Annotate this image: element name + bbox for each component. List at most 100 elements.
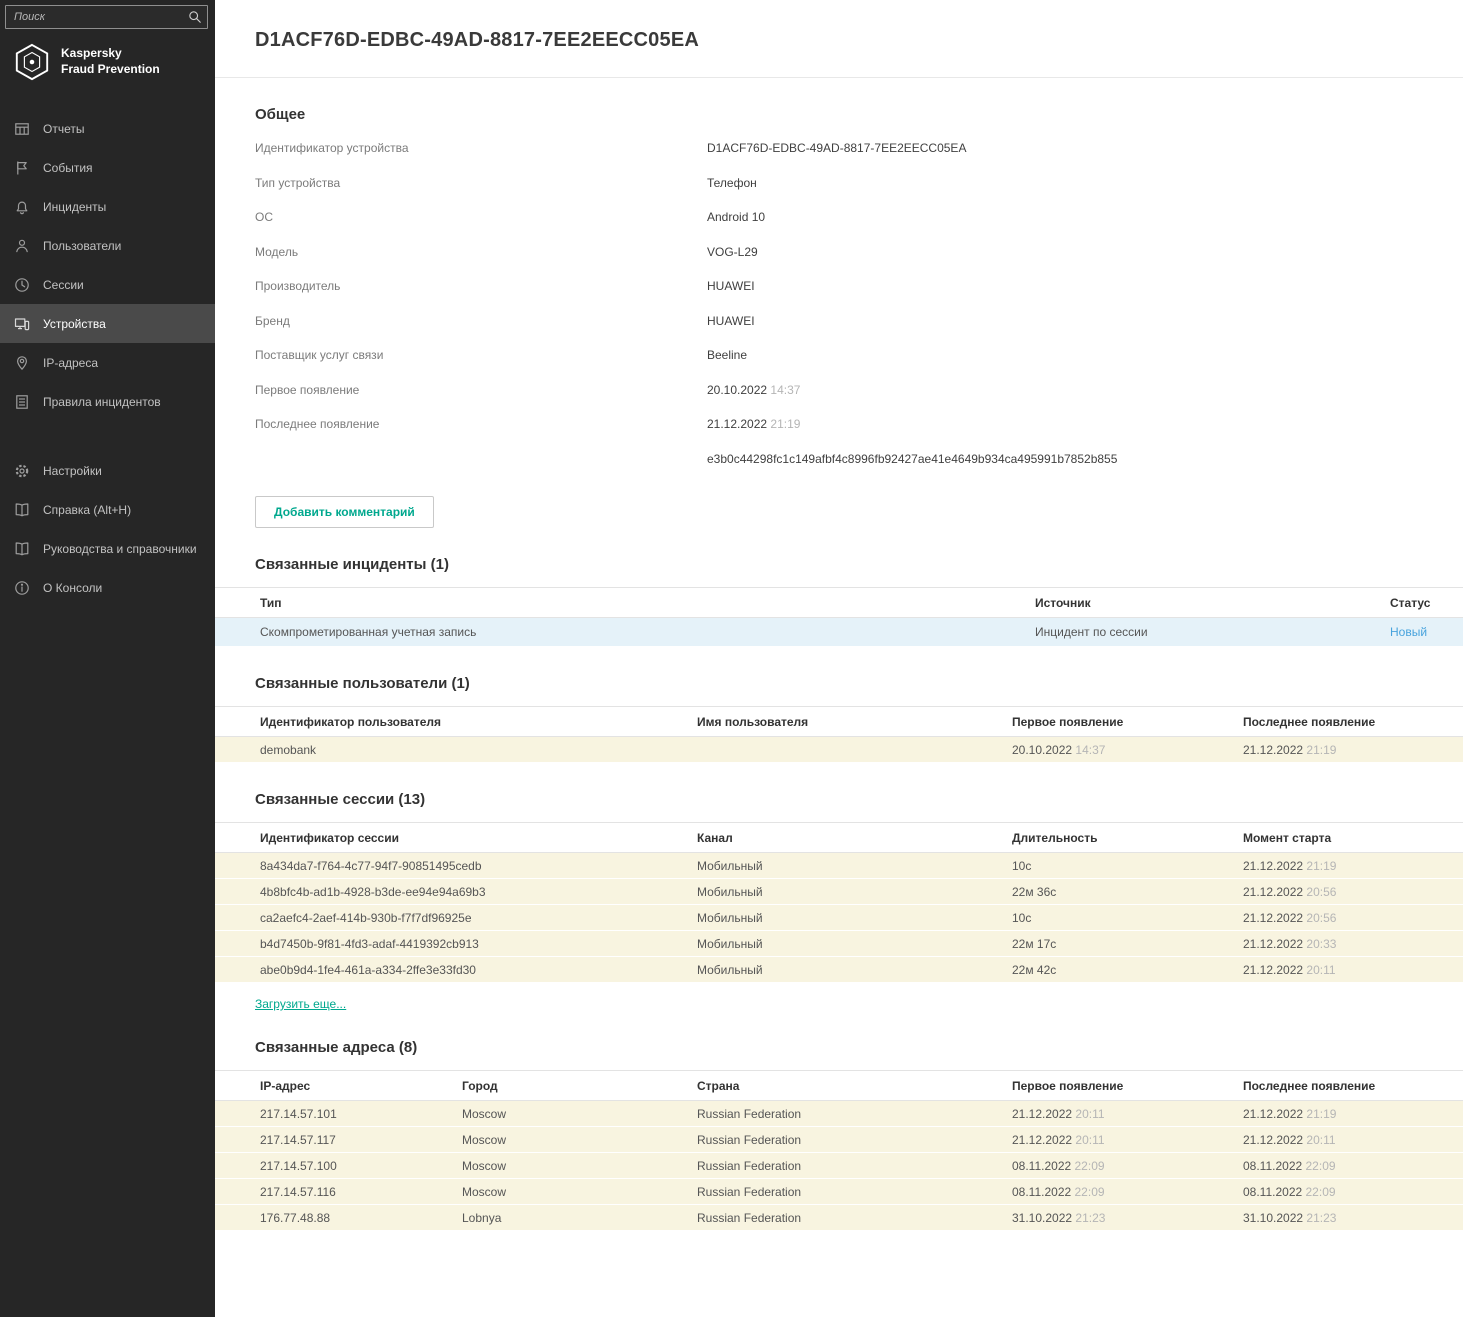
table-cell: 21.12.2022 20:11 [1243,1133,1443,1147]
field-label: ОС [255,210,707,224]
sidebar-item-label: События [43,161,93,175]
load-more-link[interactable]: Загрузить еще... [255,997,346,1011]
sidebar-item-incidents[interactable]: Инциденты [0,187,215,226]
column-header: IP-адрес [260,1079,462,1093]
search-input[interactable] [5,5,208,29]
sidebar-item-label: Руководства и справочники [43,542,197,556]
table-header-row: IP-адресГородСтранаПервое появлениеПосле… [215,1070,1463,1101]
sidebar-item-devices[interactable]: Устройства [0,304,215,343]
field-row: Идентификатор устройстваD1ACF76D-EDBC-49… [255,131,1423,166]
general-fields: Идентификатор устройстваD1ACF76D-EDBC-49… [215,131,1463,476]
sidebar-item-label: Устройства [43,317,106,331]
sidebar-item-label: Правила инцидентов [43,395,161,409]
column-header: Идентификатор пользователя [260,715,697,729]
addresses-table: IP-адресГородСтранаПервое появлениеПосле… [215,1070,1463,1231]
field-label: Последнее появление [255,417,707,431]
table-cell: Russian Federation [697,1107,1012,1121]
table-cell: 217.14.57.101 [260,1107,462,1121]
users-section: Связанные пользователи (1) Идентификатор… [215,647,1463,763]
table-row[interactable]: 217.14.57.100MoscowRussian Federation08.… [215,1153,1463,1179]
sessions-section: Связанные сессии (13) Идентификатор сесс… [215,763,1463,1011]
sidebar-item-settings[interactable]: Настройки [0,451,215,490]
table-header-row: ТипИсточникСтатус [215,587,1463,618]
field-label: Тип устройства [255,176,707,190]
table-header-row: Идентификатор сессииКаналДлительностьМом… [215,822,1463,853]
table-row[interactable]: 217.14.57.116MoscowRussian Federation08.… [215,1179,1463,1205]
users-icon [14,238,30,254]
ip-addresses-icon [14,355,30,371]
table-cell: 176.77.48.88 [260,1211,462,1225]
table-cell: 217.14.57.100 [260,1159,462,1173]
sidebar-item-help[interactable]: Справка (Alt+H) [0,490,215,529]
settings-icon [14,463,30,479]
column-header: Первое появление [1012,1079,1243,1093]
status-link[interactable]: Новый [1390,625,1443,639]
table-row[interactable]: 8a434da7-f764-4c77-94f7-90851495cedbМоби… [215,853,1463,879]
table-cell: Мобильный [697,963,1012,977]
sidebar-item-events[interactable]: События [0,148,215,187]
table-cell: 21.12.2022 20:11 [1243,963,1443,977]
incidents-heading: Связанные инциденты (1) [255,528,1423,573]
table-row[interactable]: ca2aefc4-2aef-414b-930b-f7f7df96925eМоби… [215,905,1463,931]
sidebar-item-about[interactable]: О Консоли [0,568,215,607]
field-row: e3b0c44298fc1c149afbf4c8996fb92427ae41e4… [255,442,1423,477]
table-cell: 217.14.57.117 [260,1133,462,1147]
table-cell: Moscow [462,1133,697,1147]
incidents-table: ТипИсточникСтатус Скомпрометированная уч… [215,587,1463,647]
field-value: Телефон [707,176,757,190]
table-row[interactable]: abe0b9d4-1fe4-461a-a334-2ffe3e33fd30Моби… [215,957,1463,983]
search-icon[interactable] [188,10,202,24]
table-cell: 08.11.2022 22:09 [1243,1159,1443,1173]
field-row: ОСAndroid 10 [255,200,1423,235]
table-row[interactable]: 176.77.48.88LobnyaRussian Federation31.1… [215,1205,1463,1231]
sidebar-item-ip-addresses[interactable]: IP-адреса [0,343,215,382]
sidebar-item-sessions[interactable]: Сессии [0,265,215,304]
field-label: Бренд [255,314,707,328]
table-cell: Мобильный [697,859,1012,873]
table-header-row: Идентификатор пользователяИмя пользовате… [215,706,1463,737]
logo-brand: Kaspersky [61,46,160,62]
table-row[interactable]: b4d7450b-9f81-4fd3-adaf-4419392cb913Моби… [215,931,1463,957]
table-body: demobank20.10.2022 14:3721.12.2022 21:19 [215,737,1463,763]
table-cell: 08.11.2022 22:09 [1243,1185,1443,1199]
addresses-heading: Связанные адреса (8) [255,1011,1423,1056]
field-value: Beeline [707,348,747,362]
table-cell: 21.12.2022 20:56 [1243,885,1443,899]
table-cell: Мобильный [697,911,1012,925]
table-cell: Russian Federation [697,1133,1012,1147]
table-cell: 21.12.2022 20:56 [1243,911,1443,925]
table-row[interactable]: demobank20.10.2022 14:3721.12.2022 21:19 [215,737,1463,763]
sidebar-item-guides[interactable]: Руководства и справочники [0,529,215,568]
table-row[interactable]: 4b8bfc4b-ad1b-4928-b3de-ee94e94a69b3Моби… [215,879,1463,905]
sidebar-item-label: IP-адреса [43,356,98,370]
table-cell: b4d7450b-9f81-4fd3-adaf-4419392cb913 [260,937,697,951]
field-row: Последнее появление21.12.2022 21:19 [255,407,1423,442]
table-cell: 31.10.2022 21:23 [1012,1211,1243,1225]
table-cell: 21.12.2022 21:19 [1243,743,1443,757]
sidebar-item-users[interactable]: Пользователи [0,226,215,265]
table-row[interactable]: 217.14.57.117MoscowRussian Federation 21.… [215,1127,1463,1153]
column-header: Идентификатор сессии [260,831,697,845]
table-cell: 08.11.2022 22:09 [1012,1185,1243,1199]
table-cell: Russian Federation [697,1159,1012,1173]
table-cell: 4b8bfc4b-ad1b-4928-b3de-ee94e94a69b3 [260,885,697,899]
reports-icon [14,121,30,137]
sidebar-item-incident-rules[interactable]: Правила инцидентов [0,382,215,421]
sidebar-item-reports[interactable]: Отчеты [0,109,215,148]
table-cell: Инцидент по сессии [1035,625,1390,639]
field-row: МодельVOG-L29 [255,235,1423,270]
table-cell: 31.10.2022 21:23 [1243,1211,1443,1225]
field-label: Идентификатор устройства [255,141,707,155]
sessions-heading: Связанные сессии (13) [255,763,1423,808]
table-cell: 21.12.2022 21:19 [1243,1107,1443,1121]
sidebar-footer-menu: НастройкиСправка (Alt+H) Руководства и сп… [0,451,215,607]
table-row[interactable]: 217.14.57.101MoscowRussian Federation21.… [215,1101,1463,1127]
table-row[interactable]: Скомпрометированная учетная записьИнциде… [215,618,1463,647]
field-label: Производитель [255,279,707,293]
add-comment-button[interactable]: Добавить комментарий [255,496,434,528]
sidebar-item-label: О Консоли [43,581,102,595]
field-value: e3b0c44298fc1c149afbf4c8996fb92427ae41e4… [707,452,1117,466]
incident-rules-icon [14,394,30,410]
app-logo: Kaspersky Fraud Prevention [0,29,215,89]
table-cell: ca2aefc4-2aef-414b-930b-f7f7df96925e [260,911,697,925]
